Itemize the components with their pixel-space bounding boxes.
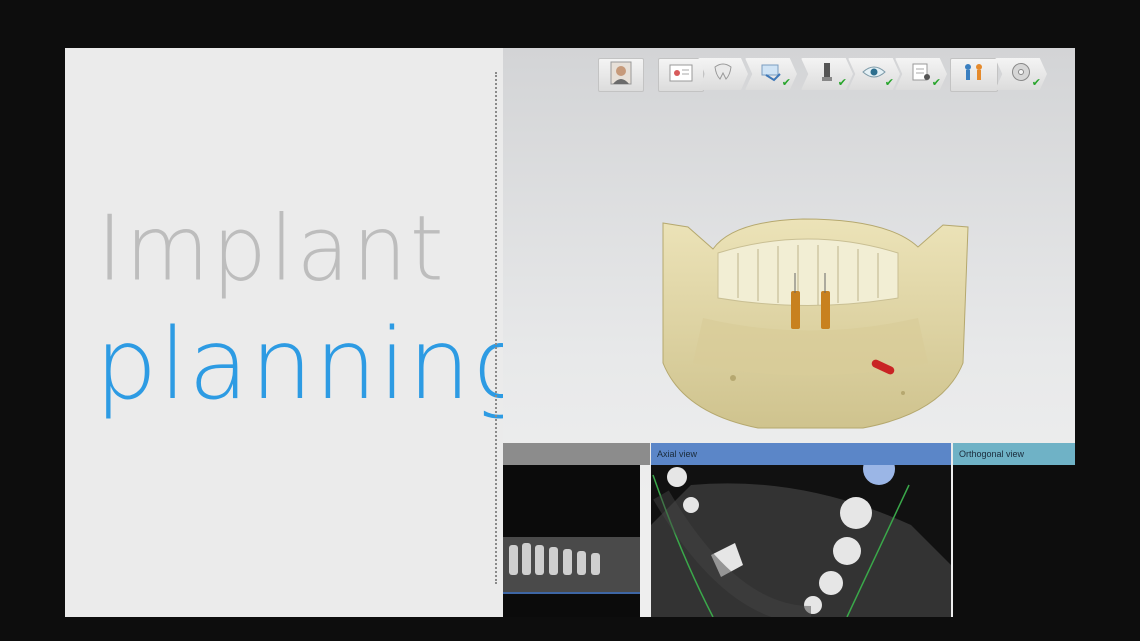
check-icon: ✔ xyxy=(1031,76,1041,89)
check-icon: ✔ xyxy=(931,76,941,89)
team-icon xyxy=(961,62,987,88)
axial-view-label: Axial view xyxy=(657,449,698,459)
slide-title-planning: planning xyxy=(95,308,533,422)
jaw-3d-render[interactable] xyxy=(643,213,973,433)
implant-planning-app: ✔ ✔ ✔ ✔ ✔ Axial view Orthogonal view xyxy=(503,48,1075,617)
panoramic-view-header xyxy=(503,443,650,465)
axial-view[interactable] xyxy=(651,465,951,617)
export-step-button[interactable]: ✔ xyxy=(995,58,1047,90)
slide-title-implant: Implant xyxy=(97,196,447,302)
orthogonal-view-header: Orthogonal view xyxy=(953,443,1075,465)
title-panel: Implant planning xyxy=(65,48,531,617)
check-icon: ✔ xyxy=(884,76,894,89)
dotted-divider xyxy=(495,72,497,584)
team-step-button[interactable] xyxy=(950,58,998,92)
axial-view-header: Axial view xyxy=(651,443,951,465)
orthogonal-view-label: Orthogonal view xyxy=(959,449,1025,459)
dental-chart-icon xyxy=(669,63,693,87)
report-icon xyxy=(910,62,932,86)
disc-export-icon xyxy=(1011,62,1031,86)
tooth-icon xyxy=(712,63,734,85)
report-step-button[interactable]: ✔ xyxy=(895,58,947,90)
view-step-button[interactable]: ✔ xyxy=(848,58,900,90)
implant-icon xyxy=(818,61,836,87)
orthogonal-view[interactable] xyxy=(953,465,1075,617)
slice-views: Axial view Orthogonal view xyxy=(503,443,1075,617)
check-icon: ✔ xyxy=(837,76,847,89)
eye-view-icon xyxy=(862,64,886,84)
implant-step-button[interactable]: ✔ xyxy=(801,58,853,90)
panoramic-view[interactable] xyxy=(503,465,640,617)
chart-step-button[interactable] xyxy=(658,58,704,92)
patient-button[interactable] xyxy=(598,58,644,92)
scan-import-step-button[interactable]: ✔ xyxy=(745,58,797,90)
tooth-step-button[interactable] xyxy=(698,58,748,90)
scan-import-icon xyxy=(760,62,782,86)
check-icon: ✔ xyxy=(781,76,791,89)
patient-photo-icon xyxy=(610,61,632,89)
